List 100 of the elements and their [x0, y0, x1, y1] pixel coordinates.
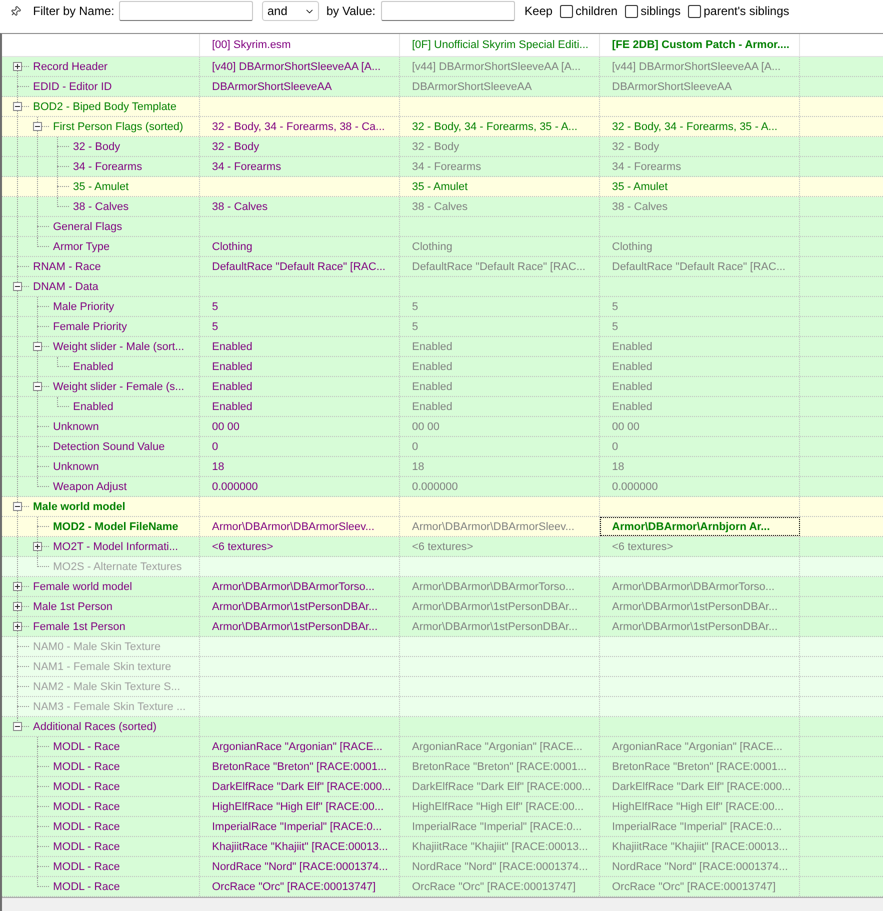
tree-row[interactable]: MODL - Race NordRace "Nord" [RACE:0001374... NordRace "Nord" [RACE:0001374... NordRace "Nord" [RACE:0001374...	[2, 857, 883, 877]
tree-row[interactable]: 34 - Forearms 34 - Forearms 34 - Forearms 34 - Forearms	[2, 157, 883, 177]
tree-item-label[interactable]: 35 - Amulet	[73, 180, 129, 194]
tree-row[interactable]: 35 - Amulet 35 - Amulet 35 - Amulet	[2, 177, 883, 197]
tree-item-label[interactable]: Weight slider - Female (s...	[53, 380, 184, 394]
tree-item-label[interactable]: MO2T - Model Informati...	[53, 540, 178, 554]
checkbox[interactable]	[560, 4, 573, 18]
tree-item-label[interactable]: Unknown	[53, 460, 99, 474]
operator-dropdown[interactable]: and	[262, 1, 320, 21]
tree-item-label[interactable]: Male 1st Person	[33, 600, 112, 614]
minus-box-icon[interactable]	[33, 382, 42, 391]
checkbox-label[interactable]: siblings	[640, 2, 681, 20]
checkbox[interactable]	[624, 4, 638, 18]
tree-row[interactable]: 38 - Calves 38 - Calves 38 - Calves 38 - Calves	[2, 197, 883, 217]
tree-item-label[interactable]: MODL - Race	[53, 740, 120, 754]
tree-row[interactable]: MODL - Race ImperialRace "Imperial" [RACE:0... ImperialRace "Imperial" [RACE:0... ImperialRace "Imperial" [RACE:0...	[2, 817, 883, 837]
tree-item-label[interactable]: Enabled	[73, 360, 114, 374]
tree-item-label[interactable]: Female world model	[33, 580, 132, 594]
field-value: ArgonianRace "Argonian" [RACE...	[412, 740, 582, 754]
tree-row[interactable]: MODL - Race BretonRace "Breton" [RACE:0001... BretonRace "Breton" [RACE:0001... BretonRace "Breton" [RACE:0001...	[2, 757, 883, 777]
tree-item-label[interactable]: 38 - Calves	[73, 200, 129, 214]
tree-item-label[interactable]: 34 - Forearms	[73, 160, 142, 174]
plus-box-icon[interactable]	[13, 622, 22, 631]
tree-item-label[interactable]: Male Priority	[53, 300, 114, 314]
tree-row[interactable]: Enabled Enabled Enabled Enabled	[2, 357, 883, 377]
value-filter-input[interactable]	[380, 1, 515, 21]
tree-item-label[interactable]: RNAM - Race	[33, 260, 101, 274]
tree-item-label[interactable]: Additional Races (sorted)	[33, 720, 157, 734]
tree-row[interactable]: 32 - Body 32 - Body 32 - Body 32 - Body	[2, 137, 883, 157]
minus-box-icon[interactable]	[33, 122, 42, 131]
plus-box-icon[interactable]	[33, 542, 42, 551]
tree-row[interactable]: Detection Sound Value 0 0 0	[2, 437, 883, 457]
checkbox-label[interactable]: parent's siblings	[704, 2, 790, 20]
tree-row[interactable]: Unknown 18 18 18	[2, 457, 883, 477]
tree-item-label[interactable]: MODL - Race	[53, 780, 120, 794]
tree-row[interactable]: First Person Flags (sorted) 32 - Body, 34 - Forearms, 38 - Ca... 32 - Body, 34 - Forearms, 35 - A... 32 - Body, 34 - Forearms, 35 - A...	[2, 117, 883, 137]
minus-box-icon[interactable]	[13, 722, 22, 731]
tree-row[interactable]: RNAM - Race DefaultRace "Default Race" [RAC... DefaultRace "Default Race" [RAC... DefaultRace "Default Race" [RAC...	[2, 257, 883, 277]
tree-row[interactable]: MODL - Race HighElfRace "High Elf" [RACE:00... HighElfRace "High Elf" [RACE:00... HighElfRace "High Elf" [RACE:00...	[2, 797, 883, 817]
column-header[interactable]: [00] Skyrim.esm	[212, 38, 291, 52]
plus-box-icon[interactable]	[13, 582, 22, 591]
tree-row[interactable]: Weight slider - Female (s... Enabled Enabled Enabled	[2, 377, 883, 397]
tree-item-label[interactable]: Enabled	[73, 400, 114, 414]
checkbox-label[interactable]: children	[576, 2, 618, 20]
tree-row[interactable]: MODL - Race ArgonianRace "Argonian" [RACE... ArgonianRace "Argonian" [RACE... ArgonianRace "Argonian" [RACE...	[2, 737, 883, 757]
name-filter-input[interactable]	[119, 1, 254, 21]
tree-item-label[interactable]: Weapon Adjust	[53, 480, 127, 494]
tree-item-label[interactable]: MOD2 - Model FileName	[53, 520, 178, 534]
tree-row[interactable]: Male world model	[2, 497, 883, 517]
tree-item-label[interactable]: MODL - Race	[53, 860, 120, 874]
tree-item-label[interactable]: General Flags	[53, 220, 122, 234]
tree-row[interactable]: EDID - Editor ID DBArmorShortSleeveAA DBArmorShortSleeveAA DBArmorShortSleeveAA	[2, 77, 883, 97]
tree-row[interactable]: Male Priority 5 5 5	[2, 297, 883, 317]
tree-row[interactable]: General Flags	[2, 217, 883, 237]
minus-box-icon[interactable]	[33, 342, 42, 351]
tree-row[interactable]: MODL - Race KhajiitRace "Khajiit" [RACE:00013... KhajiitRace "Khajiit" [RACE:00013... KhajiitRace "Khajiit" [RACE:00013...	[2, 837, 883, 857]
focused-cell[interactable]: Armor\DBArmor\Arnbjorn Ar...	[600, 517, 800, 536]
tree-item-label[interactable]: MODL - Race	[53, 880, 120, 894]
tree-row[interactable]: Armor Type Clothing Clothing Clothing	[2, 237, 883, 257]
tree-item-label[interactable]: DNAM - Data	[33, 280, 98, 294]
tree-row[interactable]: MOD2 - Model FileName Armor\DBArmor\DBArmorSleev... Armor\DBArmor\DBArmorSleev... Armor\DBArmor\Arnbjorn Ar...	[2, 517, 883, 537]
tree-item-label[interactable]: Record Header	[33, 60, 108, 74]
tree-item-label[interactable]: Female 1st Person	[33, 620, 126, 634]
tree-row[interactable]: Additional Races (sorted)	[2, 717, 883, 737]
tree-item-label[interactable]: Detection Sound Value	[53, 440, 165, 454]
tree-item-label[interactable]: Male world model	[33, 500, 126, 514]
tree-row[interactable]: BOD2 - Biped Body Template	[2, 97, 883, 117]
tree-row[interactable]: DNAM - Data	[2, 277, 883, 297]
plus-box-icon[interactable]	[13, 62, 22, 71]
tree-item-label[interactable]: BOD2 - Biped Body Template	[33, 100, 176, 114]
tree-row[interactable]: Weight slider - Male (sort... Enabled Enabled Enabled	[2, 337, 883, 357]
tree-row[interactable]: Unknown 00 00 00 00 00 00	[2, 417, 883, 437]
column-header[interactable]: [0F] Unofficial Skyrim Special Editi...	[412, 38, 588, 52]
tree-item-label[interactable]: MODL - Race	[53, 760, 120, 774]
checkbox[interactable]	[688, 4, 701, 18]
tree-row[interactable]: MODL - Race DarkElfRace "Dark Elf" [RACE:000... DarkElfRace "Dark Elf" [RACE:000... DarkElfRace "Dark Elf" [RACE:000...	[2, 777, 883, 797]
tree-row[interactable]: MO2T - Model Informati... <6 textures> <6 textures> <6 textures>	[2, 537, 883, 557]
minus-box-icon[interactable]	[13, 102, 22, 111]
tree-item-label[interactable]: Armor Type	[53, 240, 110, 254]
tree-item-label[interactable]: Weight slider - Male (sort...	[53, 340, 184, 354]
column-header[interactable]: [FE 2DB] Custom Patch - Armor....	[612, 38, 790, 52]
tree-item-label[interactable]: 32 - Body	[73, 140, 120, 154]
tree-row[interactable]: Weapon Adjust 0.000000 0.000000 0.000000	[2, 477, 883, 497]
tree-item-label[interactable]: MODL - Race	[53, 800, 120, 814]
tree-item-label[interactable]: EDID - Editor ID	[33, 80, 112, 94]
minus-box-icon[interactable]	[13, 502, 22, 511]
tree-item-label[interactable]: Unknown	[53, 420, 99, 434]
tree-item-label[interactable]: First Person Flags (sorted)	[53, 120, 184, 134]
tree-item-label[interactable]: Female Priority	[53, 320, 127, 334]
minus-box-icon[interactable]	[13, 282, 22, 291]
tree-row[interactable]: Female Priority 5 5 5	[2, 317, 883, 337]
plus-box-icon[interactable]	[13, 602, 22, 611]
tree-item-label[interactable]: MODL - Race	[53, 840, 120, 854]
tree-row[interactable]: Female world model Armor\DBArmor\DBArmorTorso... Armor\DBArmor\DBArmorTorso... Armor\DBArmor\DBArmorTorso...	[2, 577, 883, 597]
tree-item-label[interactable]: MODL - Race	[53, 820, 120, 834]
tree-row[interactable]: MODL - Race OrcRace "Orc" [RACE:00013747] OrcRace "Orc" [RACE:00013747] OrcRace "Orc" [RACE:00013747]	[2, 877, 883, 897]
tree-row[interactable]: Enabled Enabled Enabled Enabled	[2, 397, 883, 417]
tree-row[interactable]: Female 1st Person Armor\DBArmor\1stPersonDBAr... Armor\DBArmor\1stPersonDBAr... Armor\DBArmor\1stPersonDBAr...	[2, 617, 883, 637]
tree-row[interactable]: Record Header [v40] DBArmorShortSleeveAA [A... [v44] DBArmorShortSleeveAA [A... [v44] DBArmorShortSleeveAA [A...	[2, 57, 883, 77]
tree-row[interactable]: Male 1st Person Armor\DBArmor\1stPersonDBAr... Armor\DBArmor\1stPersonDBAr... Armor\DBArmor\1stPersonDBAr...	[2, 597, 883, 617]
